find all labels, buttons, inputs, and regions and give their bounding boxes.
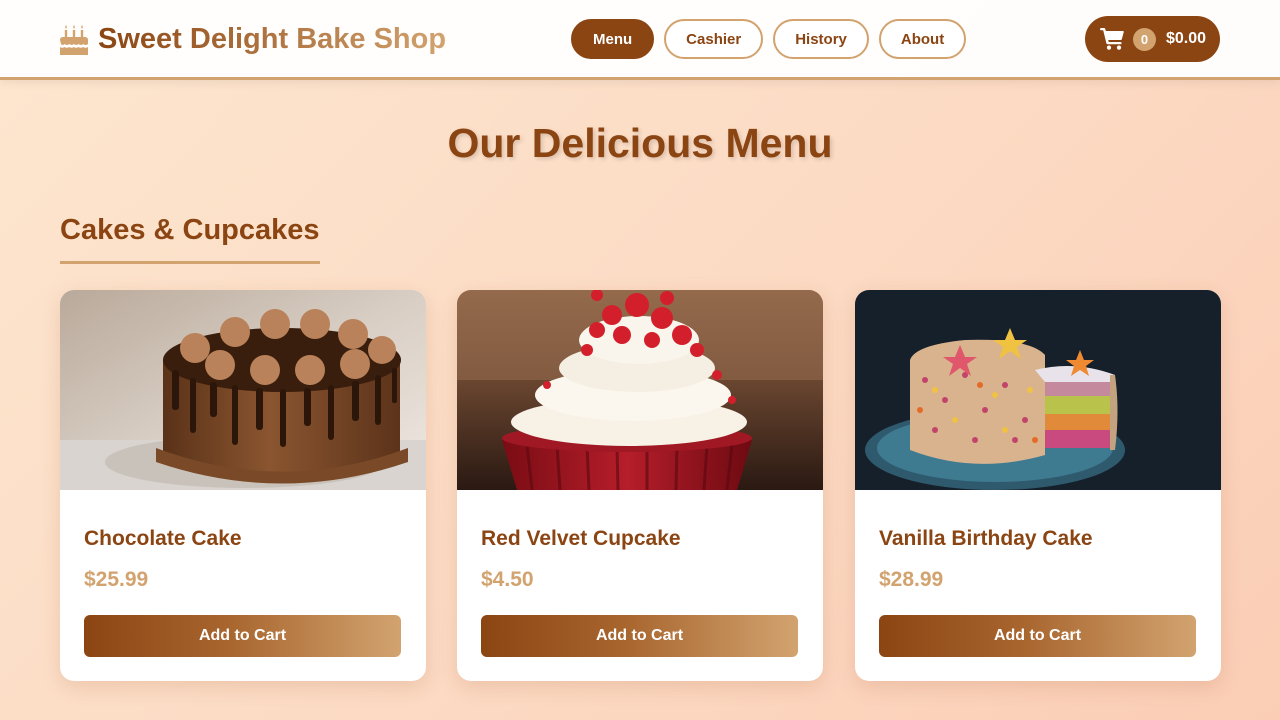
add-to-cart-button[interactable]: Add to Cart: [84, 615, 401, 657]
product-card-vanilla-birthday-cake: Vanilla Birthday Cake $28.99 Add to Cart: [855, 290, 1221, 681]
cart-total: $0.00: [1166, 30, 1207, 47]
birthday-cake-icon: [60, 25, 88, 55]
cart-count-badge: 0: [1133, 27, 1156, 51]
page-title: Our Delicious Menu: [447, 120, 833, 166]
brand[interactable]: Sweet Delight Bake Shop: [60, 20, 446, 58]
nav-about-button[interactable]: About: [878, 19, 967, 59]
brand-title: Sweet Delight Bake Shop: [98, 22, 447, 55]
nav-cashier-button[interactable]: Cashier: [664, 19, 764, 59]
nav-menu-button[interactable]: Menu: [571, 19, 655, 59]
red-velvet-cupcake-image: [457, 290, 823, 490]
top-header: Sweet Delight Bake Shop Menu Cashier His…: [0, 0, 1280, 80]
product-price: $28.99: [879, 568, 944, 591]
product-card-chocolate-cake: Chocolate Cake $25.99 Add to Cart: [60, 290, 426, 681]
product-price: $25.99: [84, 568, 149, 591]
shopping-cart-icon: [1100, 28, 1124, 50]
product-card-red-velvet-cupcake: Red Velvet Cupcake $4.50 Add to Cart: [457, 290, 823, 681]
product-name: Vanilla Birthday Cake: [879, 527, 1093, 550]
add-to-cart-button[interactable]: Add to Cart: [879, 615, 1196, 657]
product-name: Chocolate Cake: [84, 527, 242, 550]
nav-history-button[interactable]: History: [773, 19, 869, 59]
chocolate-cake-image: [60, 290, 426, 490]
section-title: Cakes & Cupcakes: [60, 214, 320, 264]
cart-button[interactable]: 0 $0.00: [1085, 16, 1220, 62]
add-to-cart-button[interactable]: Add to Cart: [481, 615, 798, 657]
product-price: $4.50: [481, 568, 534, 591]
main-nav: Menu Cashier History About: [571, 19, 967, 59]
vanilla-birthday-cake-image: [855, 290, 1221, 490]
product-name: Red Velvet Cupcake: [481, 527, 681, 550]
